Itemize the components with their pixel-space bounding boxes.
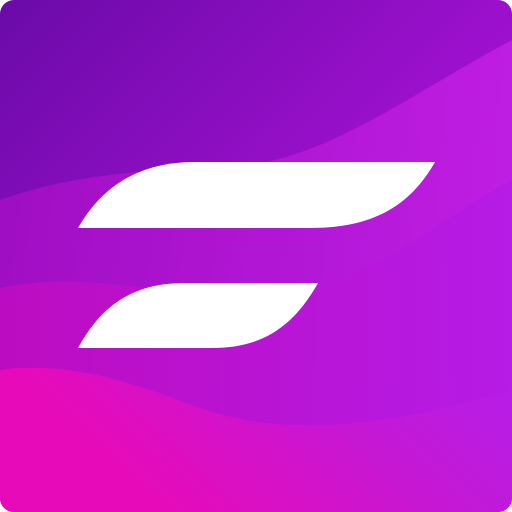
app-icon bbox=[0, 0, 512, 512]
app-logo-icon bbox=[0, 0, 512, 512]
